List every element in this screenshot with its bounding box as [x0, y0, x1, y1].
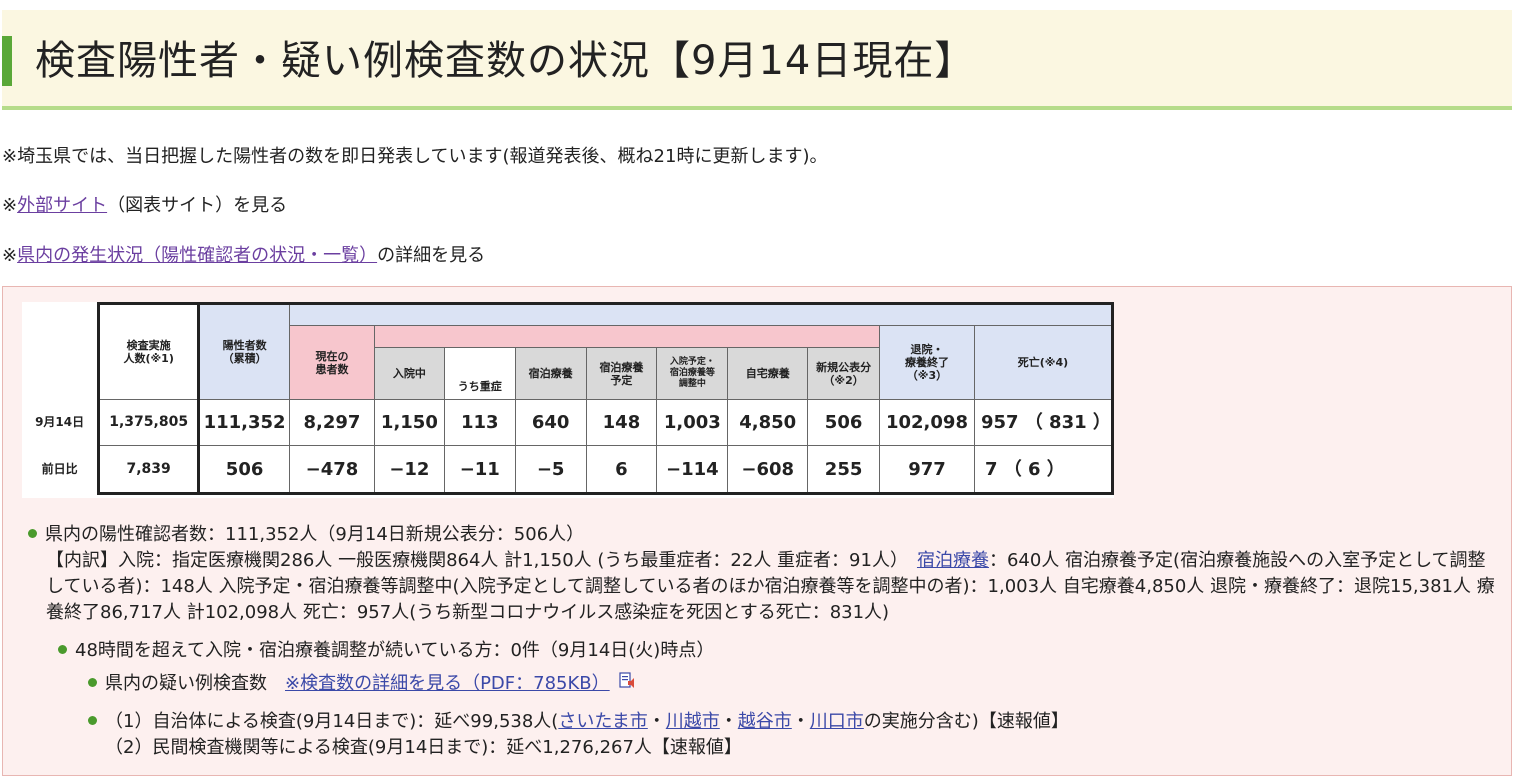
separator: ・ [647, 711, 666, 732]
cell-new: 506 [807, 399, 881, 446]
row-label-today: 9月14日 [35, 415, 85, 429]
cell-severe: −11 [443, 445, 516, 495]
cell-hospitalized: −12 [373, 445, 445, 495]
cell-hospitalized: 1,150 [373, 399, 445, 446]
cell-current: 8,297 [289, 399, 375, 446]
list-item-test1: （1）自治体による検査(9月14日まで)：延べ99,538人(さいたま市・川越市… [88, 709, 1069, 735]
list-item-test2: （2）民間検査機関等による検査(9月14日まで)：延べ1,276,267人【速報… [105, 737, 742, 758]
cell-new: 255 [807, 445, 881, 495]
note-suffix: の詳細を見る [377, 245, 486, 266]
cell-positive: 111,352 [197, 399, 291, 446]
header-hospitalized: 入院中 [373, 347, 445, 400]
city-koshigaya-link[interactable]: 越谷市 [738, 711, 792, 732]
header-home: 自宅療養 [727, 347, 809, 400]
positive-total-text: 県内の陽性確認者数：111,352人（9月14日新規公表分：506人） [45, 524, 585, 545]
header-hotel: 宿泊療養 [514, 347, 587, 400]
row-label-diff: 前日比 [41, 462, 78, 476]
cell-adjusting: 1,003 [656, 399, 729, 446]
cell-positive: 506 [197, 445, 291, 495]
cell-tested: 1,375,805 [97, 399, 201, 446]
header-positive: 陽性者数 （累積） [197, 302, 291, 400]
city-saitama-link[interactable]: さいたま市 [558, 711, 647, 732]
breakdown-paragraph: 【内訳】入院：指定医療機関286人 一般医療機関864人 計1,150人 (うち… [46, 548, 1500, 626]
cell-death: 957 （ 831 ） [973, 399, 1115, 446]
note-prefix: ※ [2, 195, 18, 216]
header-new: 新規公表分 （※2） [807, 347, 881, 400]
note-external-site: ※外部サイト（図表サイト）を見る [2, 193, 287, 219]
hotel-recuperation-link[interactable]: 宿泊療養 [917, 550, 989, 571]
breakdown-text-a: 【内訳】入院：指定医療機関286人 一般医療機関864人 計1,150人 (うち… [46, 550, 899, 571]
cell-hotel-plan: 6 [585, 445, 658, 495]
cell-severe: 113 [443, 399, 516, 446]
cell-adjusting: −114 [656, 445, 729, 495]
page-title-box: 検査陽性者・疑い例検査数の状況【9月14日現在】 [2, 10, 1512, 110]
cell-tested: 7,839 [97, 445, 201, 495]
test1-text-b: の実施分含む)【速報値】 [863, 711, 1069, 732]
list-item-positive-total: 県内の陽性確認者数：111,352人（9月14日新規公表分：506人） [28, 522, 584, 548]
external-site-link[interactable]: 外部サイト [17, 195, 107, 216]
speaker-pdf-icon[interactable] [619, 672, 635, 690]
list-item-suspect-tests: 県内の疑い例検査数 ※検査数の詳細を見る（PDF：785KB） [88, 671, 635, 697]
cell-discharged: 977 [879, 445, 975, 495]
cell-home: 4,850 [727, 399, 809, 446]
header-severe: うち重症 [443, 347, 516, 400]
stats-table: 検査実施 人数(※1) 陽性者数 （累積） 現在の 患者数 退院・ 療養終了 （… [22, 302, 1115, 495]
note-suffix: （図表サイト）を見る [107, 195, 288, 216]
header-adjusting: 入院予定・ 宿泊療養等 調整中 [656, 347, 729, 400]
cell-hotel: −5 [514, 445, 587, 495]
cell-hotel-plan: 148 [585, 399, 658, 446]
cell-hotel: 640 [514, 399, 587, 446]
bullet-icon [28, 528, 37, 538]
table-row: 前日比 7,839 506 −478 −12 −11 −5 6 −114 −60… [22, 445, 1115, 495]
header-current: 現在の 患者数 [289, 325, 375, 400]
header-discharged: 退院・ 療養終了 （※3） [879, 325, 975, 400]
note-update-info: ※埼玉県では、当日把握した陽性者の数を即日発表しています(報道発表後、概ね21時… [2, 146, 828, 167]
cell-death: 7 （ 6 ） [973, 445, 1115, 495]
header-death: 死亡(※4) [973, 325, 1115, 400]
bullet-icon [88, 715, 97, 725]
city-kawagoe-link[interactable]: 川越市 [666, 711, 720, 732]
header-top-band [289, 302, 1114, 326]
cell-current: −478 [289, 445, 375, 495]
header-hotel-plan: 宿泊療養 予定 [585, 347, 658, 400]
note-prefecture-status: ※県内の発生状況（陽性確認者の状況・一覧）の詳細を見る [2, 243, 485, 269]
table-row: 9月14日 1,375,805 111,352 8,297 1,150 113 … [22, 399, 1115, 446]
bullet-icon [58, 644, 67, 654]
48h-text: 48時間を超えて入院・宿泊療養調整が続いている方：0件（9月14日(火)時点） [75, 640, 715, 661]
title-accent-bar [2, 36, 12, 86]
cell-discharged: 102,098 [879, 399, 975, 446]
separator: ・ [719, 711, 738, 732]
header-tested: 検査実施 人数(※1) [97, 302, 201, 400]
header-pink-band [373, 325, 881, 348]
separator: ・ [791, 711, 810, 732]
test1-text-a: （1）自治体による検査(9月14日まで)：延べ99,538人( [105, 711, 559, 732]
suspect-label: 県内の疑い例検査数 [105, 673, 267, 694]
pdf-detail-link[interactable]: ※検査数の詳細を見る（PDF：785KB） [285, 673, 610, 694]
cell-home: −608 [727, 445, 809, 495]
stats-table-image: 検査実施 人数(※1) 陽性者数 （累積） 現在の 患者数 退院・ 療養終了 （… [22, 302, 1115, 498]
page-title: 検査陽性者・疑い例検査数の状況【9月14日現在】 [35, 38, 976, 84]
table-corner [22, 303, 99, 400]
bullet-icon [88, 677, 97, 687]
note-prefix: ※ [2, 245, 18, 266]
list-item-48h: 48時間を超えて入院・宿泊療養調整が続いている方：0件（9月14日(火)時点） [58, 638, 714, 664]
city-kawaguchi-link[interactable]: 川口市 [810, 711, 864, 732]
prefecture-status-link[interactable]: 県内の発生状況（陽性確認者の状況・一覧） [17, 245, 377, 266]
